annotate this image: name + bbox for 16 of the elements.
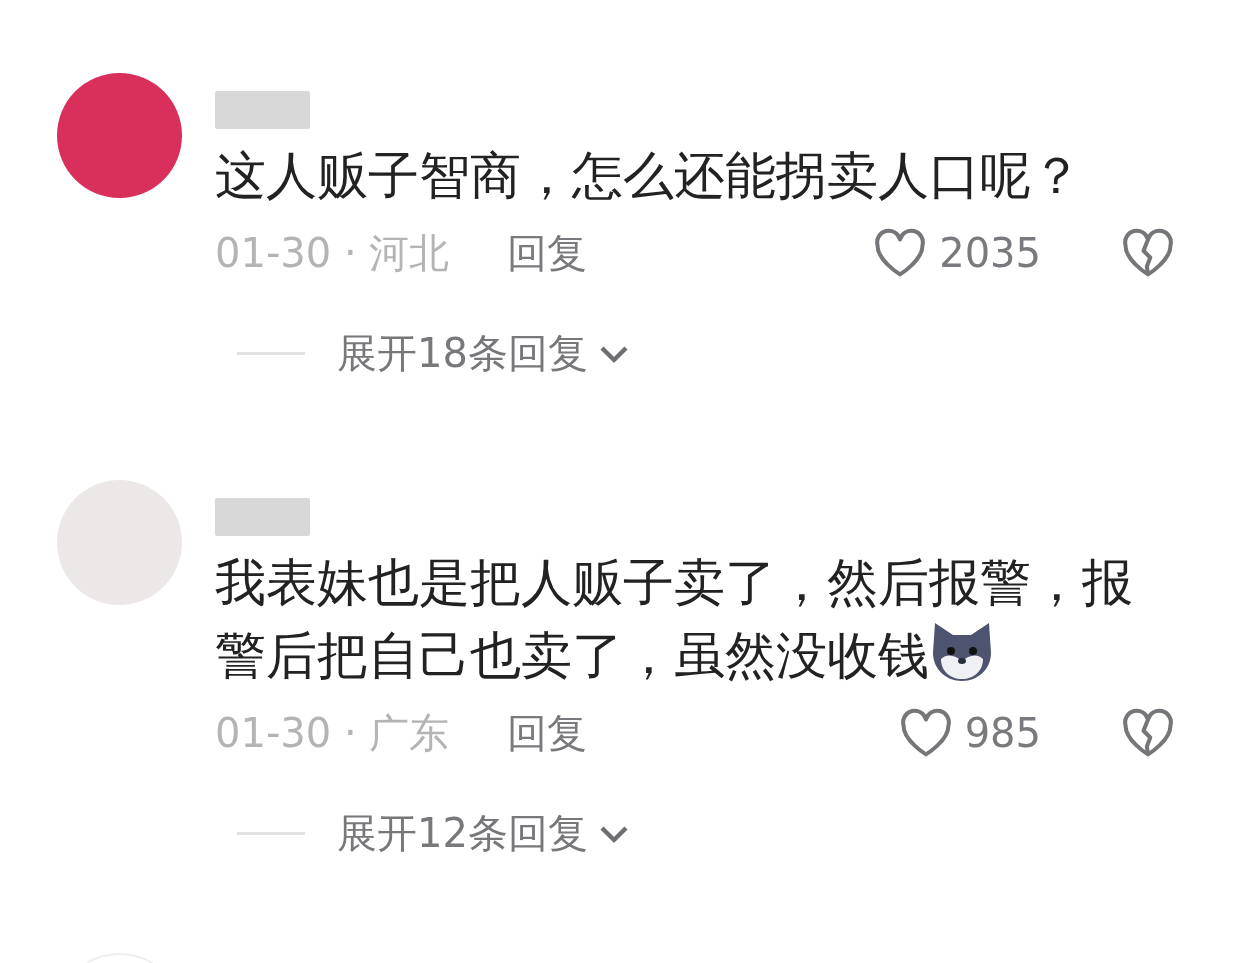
- comment-text: 这人贩子智商，怎么还能拐卖人口呢？: [215, 145, 1083, 207]
- chevron-down-icon: [597, 343, 630, 364]
- reply-link[interactable]: 回复: [507, 705, 588, 761]
- date-location: 01-30 · 广东: [215, 708, 450, 758]
- expand-replies-button[interactable]: 展开12条回复: [337, 806, 630, 861]
- broken-heart-icon[interactable]: [1121, 708, 1175, 758]
- like-count: 2035: [939, 230, 1041, 276]
- comment-text: 我表妹也是把人贩子卖了，然后报警，报警后把自己也卖了，虽然没收钱: [215, 552, 1134, 687]
- chevron-down-icon: [597, 823, 630, 844]
- broken-heart-icon[interactable]: [1121, 228, 1175, 278]
- heart-icon[interactable]: [873, 228, 928, 278]
- heart-icon[interactable]: [898, 708, 953, 758]
- like-count: 985: [964, 710, 1041, 756]
- reply-link[interactable]: 回复: [507, 225, 588, 281]
- expand-replies-button[interactable]: 展开18条回复: [337, 326, 630, 381]
- date-location: 01-30 · 河北: [215, 228, 450, 278]
